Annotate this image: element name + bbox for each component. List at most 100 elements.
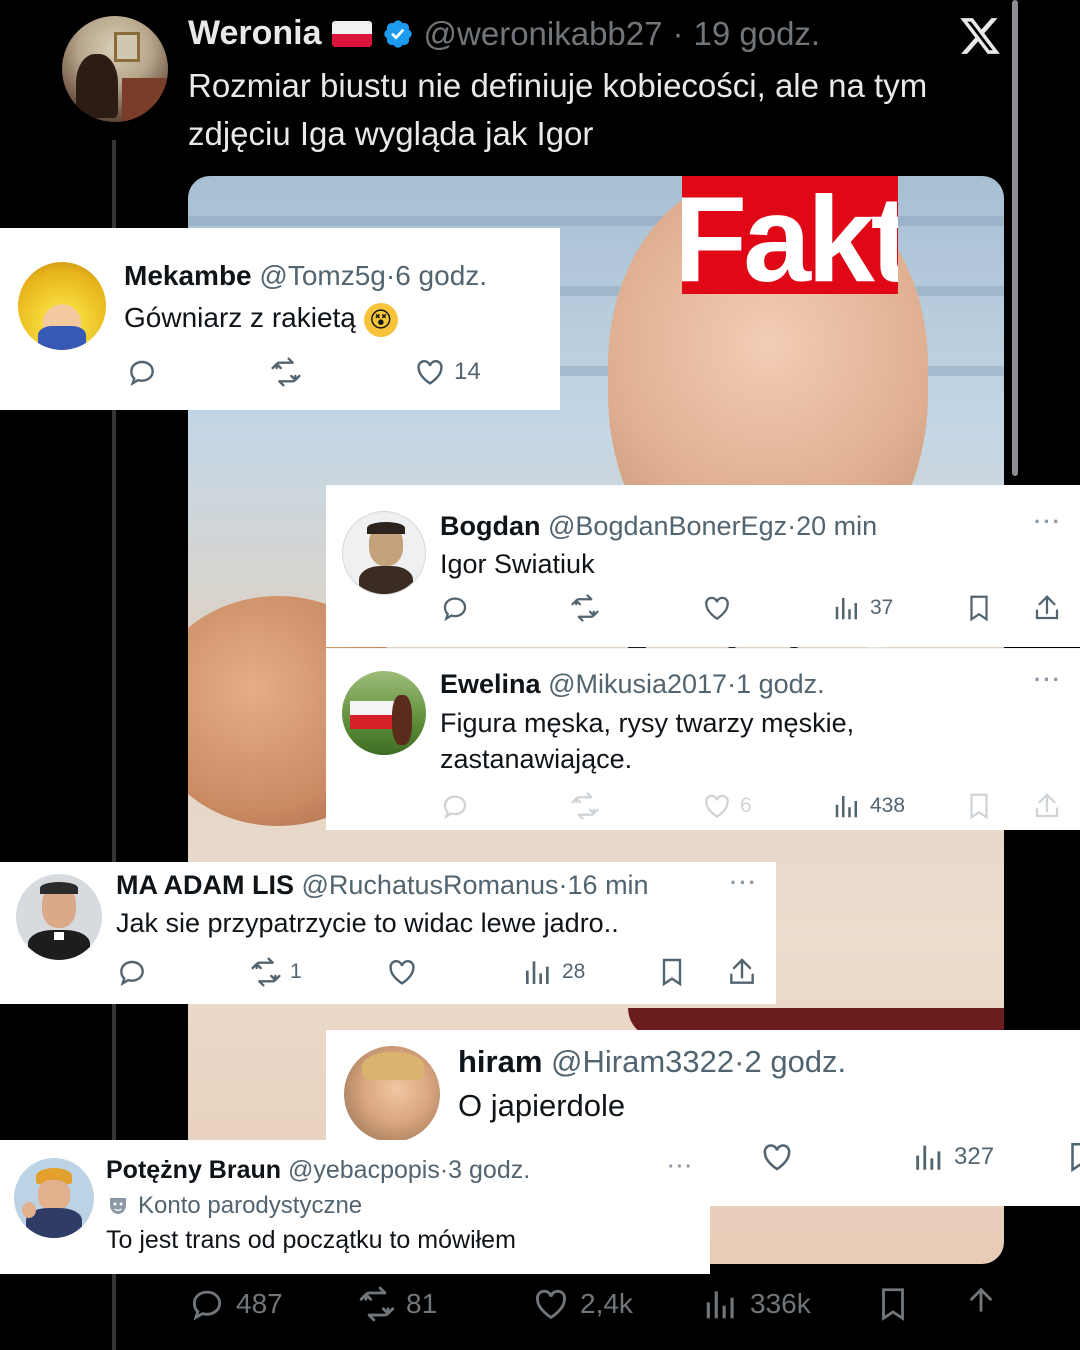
reply-card-mekambe[interactable]: Mekambe @Tomz5g·6 godz. Gówniarz z rakie… (0, 228, 560, 410)
reply-author-handle[interactable]: @BogdanBonerEgz (548, 511, 787, 541)
views-count: 327 (954, 1143, 995, 1170)
bookmark-button[interactable] (964, 593, 994, 623)
avatar[interactable] (14, 1158, 94, 1238)
separator-dot: · (672, 14, 684, 52)
views-button[interactable]: 327 (912, 1140, 994, 1174)
more-options-button[interactable]: ··· (730, 870, 758, 896)
reply-card-adam[interactable]: MA ADAM LIS @RuchatusRomanus·16 min ··· … (0, 862, 776, 1004)
avatar[interactable] (18, 262, 106, 350)
like-icon (763, 1144, 791, 1171)
reply-timestamp[interactable]: 2 godz. (744, 1044, 846, 1079)
bookmark-button[interactable] (1064, 1140, 1080, 1174)
parody-label: Konto parodystyczne (106, 1192, 362, 1220)
retweet-button[interactable] (570, 593, 600, 623)
like-icon (417, 360, 443, 385)
reply-author-handle[interactable]: @yebacpopis (288, 1156, 440, 1184)
reply-header: hiram @Hiram3322·2 godz. (458, 1044, 846, 1080)
tweet-text: Rozmiar biustu nie definiuje kobiecości,… (188, 67, 928, 152)
views-button[interactable]: 37 (832, 593, 893, 623)
share-button[interactable] (726, 956, 758, 988)
reply-timestamp[interactable]: 6 godz. (395, 260, 487, 291)
like-button[interactable]: 2,4k (532, 1282, 633, 1326)
reply-header: Bogdan @BogdanBonerEgz·20 min (440, 511, 877, 542)
reply-timestamp[interactable]: 20 min (796, 511, 877, 541)
bookmark-button[interactable] (874, 1282, 912, 1326)
reply-timestamp[interactable]: 3 godz. (448, 1156, 530, 1184)
views-icon (835, 598, 857, 620)
more-options-button[interactable]: ··· (1034, 509, 1062, 535)
like-icon (705, 596, 729, 620)
reply-author-name[interactable]: Bogdan (440, 511, 541, 541)
reply-icon (443, 597, 467, 622)
share-icon (970, 1287, 992, 1312)
retweet-button[interactable]: 81 (358, 1282, 437, 1326)
reply-author-handle[interactable]: @RuchatusRomanus (302, 870, 559, 900)
retweet-count: 1 (290, 960, 302, 983)
bookmark-icon (662, 958, 682, 987)
share-icon (1035, 793, 1059, 818)
reply-author-name[interactable]: Potężny Braun (106, 1156, 281, 1184)
reply-text: To jest trans od początku to mówiłem (106, 1226, 516, 1254)
bookmark-button[interactable] (656, 956, 688, 988)
avatar[interactable] (342, 511, 426, 595)
like-button[interactable] (702, 593, 732, 623)
retweet-button[interactable] (570, 791, 600, 821)
tweet-header: Weronia @weronikabb27 · 19 godz. (188, 14, 820, 53)
like-icon (535, 1289, 567, 1320)
reply-icon (120, 960, 144, 986)
scrollbar[interactable] (1012, 0, 1018, 476)
reply-card-bogdan[interactable]: Bogdan @BogdanBonerEgz·20 min ··· Igor S… (326, 485, 1080, 647)
reply-card-ewelina[interactable]: Ewelina @Mikusia2017·1 godz. ··· Figura … (326, 648, 1080, 830)
views-button[interactable]: 438 (832, 791, 905, 821)
views-button[interactable]: 28 (522, 956, 585, 988)
reply-button[interactable] (440, 593, 470, 623)
avatar[interactable] (16, 874, 102, 960)
like-button[interactable]: 6 (702, 791, 752, 821)
reply-header: MA ADAM LIS @RuchatusRomanus·16 min (116, 870, 649, 901)
reply-text: Jak sie przypatrzycie to widac lewe jadr… (116, 908, 619, 938)
views-button[interactable]: 336k (702, 1282, 811, 1326)
reply-author-name[interactable]: hiram (458, 1044, 542, 1079)
reply-button[interactable]: 487 (188, 1282, 283, 1326)
reply-timestamp[interactable]: 16 min (568, 870, 649, 900)
reply-author-handle[interactable]: @Tomz5g (259, 260, 385, 291)
author-handle[interactable]: @weronikabb27 (424, 15, 663, 53)
reply-author-handle[interactable]: @Mikusia2017 (548, 669, 727, 699)
bookmark-button[interactable] (964, 791, 994, 821)
reply-button[interactable] (126, 356, 158, 388)
bookmark-icon (1071, 1142, 1080, 1173)
retweet-button[interactable]: 1 (250, 956, 302, 988)
tweet-actions: 487 81 2,4k 336k (188, 1282, 1008, 1326)
reply-author-handle[interactable]: @Hiram3322 (551, 1044, 734, 1079)
dizzy-face-emoji-icon: 😵 (363, 302, 398, 337)
share-button[interactable] (1032, 791, 1062, 821)
separator-dot: · (558, 870, 568, 900)
reply-card-braun[interactable]: Potężny Braun @yebacpopis·3 godz. ··· Ko… (0, 1140, 710, 1274)
reply-button[interactable] (116, 956, 148, 988)
separator-dot: · (734, 1044, 745, 1079)
share-icon (1035, 595, 1059, 620)
reply-author-name[interactable]: MA ADAM LIS (116, 870, 294, 900)
reply-timestamp[interactable]: 1 godz. (736, 669, 825, 699)
avatar[interactable] (342, 671, 426, 755)
reply-icon (130, 360, 154, 386)
avatar[interactable] (62, 16, 168, 122)
more-options-button[interactable]: ··· (1034, 667, 1062, 693)
share-button[interactable] (962, 1282, 1000, 1326)
share-button[interactable] (1032, 593, 1062, 623)
x-logo-icon[interactable] (958, 14, 1002, 58)
reply-text: O japierdole (458, 1088, 626, 1123)
retweet-icon (571, 792, 599, 820)
reply-author-name[interactable]: Mekambe (124, 260, 252, 291)
like-button[interactable] (760, 1140, 794, 1174)
avatar[interactable] (344, 1046, 440, 1142)
timestamp[interactable]: 19 godz. (694, 15, 821, 53)
like-button[interactable]: 14 (414, 356, 481, 388)
retweet-button[interactable] (270, 356, 302, 388)
reply-button[interactable] (440, 791, 470, 821)
bookmark-icon (970, 595, 988, 622)
author-name[interactable]: Weronia (188, 14, 322, 53)
more-options-button[interactable]: ··· (668, 1156, 694, 1179)
reply-author-name[interactable]: Ewelina (440, 669, 541, 699)
like-button[interactable] (386, 956, 418, 988)
